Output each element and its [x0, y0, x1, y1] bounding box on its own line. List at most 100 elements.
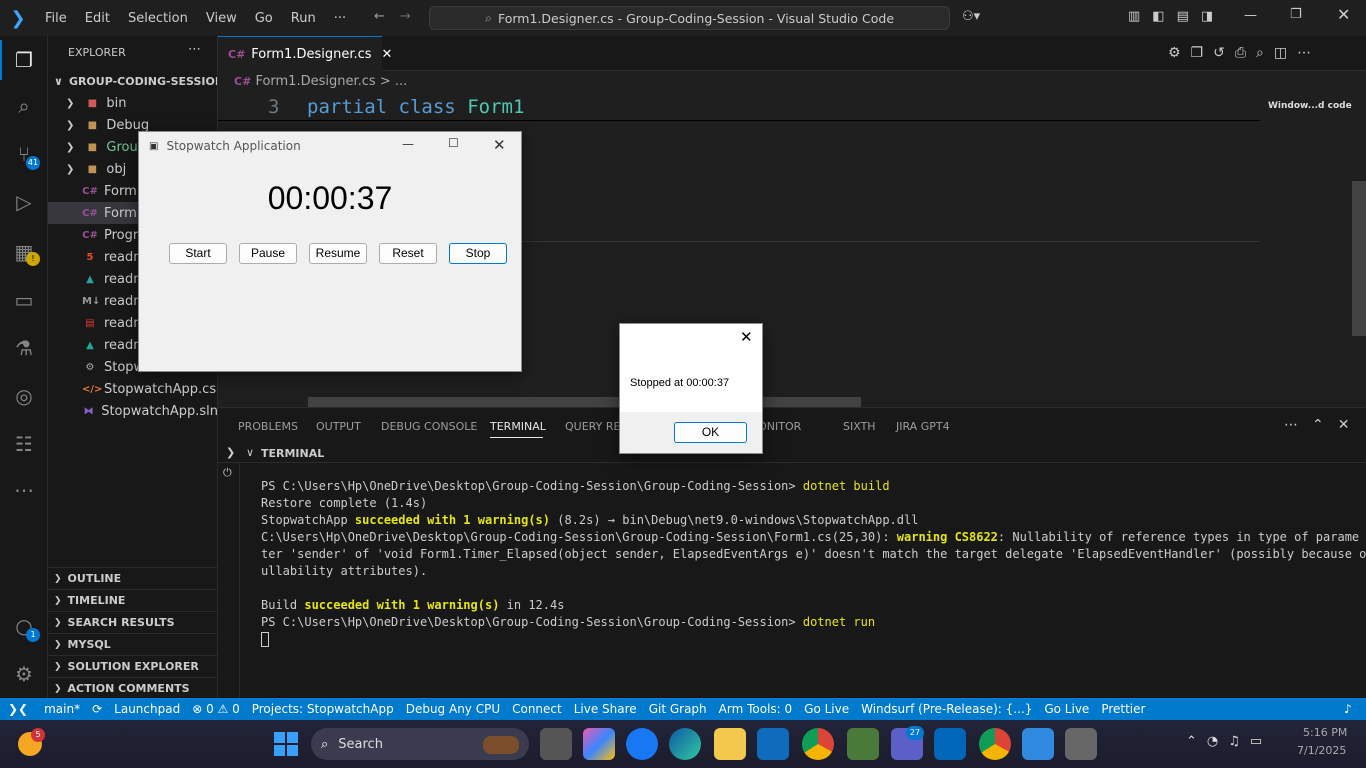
status-item[interactable]: Debug Any CPU: [406, 702, 500, 716]
sidebar-section[interactable]: ❯ SOLUTION EXPLORER: [48, 655, 217, 677]
menu-item[interactable]: Edit: [85, 11, 110, 26]
more-icon[interactable]: ⋯: [12, 478, 36, 502]
status-item[interactable]: Arm Tools: 0: [719, 702, 793, 716]
ok-button[interactable]: OK: [674, 422, 747, 443]
minimap[interactable]: Window...d code: [1260, 91, 1352, 407]
panel-actions[interactable]: ⋯⌃✕: [1284, 417, 1363, 433]
panel-tab[interactable]: DEBUG CONSOLE: [381, 420, 477, 433]
sidebar-section[interactable]: ❯ SEARCH RESULTS: [48, 611, 217, 633]
status-item[interactable]: ⊗ 0 ⚠ 0: [192, 702, 240, 716]
minimize-icon[interactable]: —: [1244, 8, 1257, 23]
status-item[interactable]: Prettier: [1101, 702, 1145, 716]
task-view-icon[interactable]: [540, 728, 572, 760]
layout-icons[interactable]: ▥◧▤◨: [1128, 9, 1225, 24]
resume-button[interactable]: Resume: [309, 243, 367, 264]
tab-form1-designer[interactable]: C# Form1.Designer.cs ✕: [218, 36, 392, 71]
sidebar-section[interactable]: ❯ TIMELINE: [48, 589, 217, 611]
search-icon[interactable]: ⌕: [12, 94, 36, 118]
testing-icon[interactable]: ⚗: [12, 336, 36, 360]
edge-icon[interactable]: [669, 728, 701, 760]
notifications-bell-icon[interactable]: ♪: [1344, 702, 1352, 716]
restore-icon[interactable]: ❐: [1290, 7, 1302, 22]
remote-icon[interactable]: ❯❮: [8, 702, 28, 716]
status-item[interactable]: Connect: [512, 702, 562, 716]
facebook-icon[interactable]: [626, 728, 658, 760]
remote-explorer-icon[interactable]: ▭: [12, 288, 36, 312]
file-explorer-icon[interactable]: [714, 728, 746, 760]
start-button[interactable]: Start: [169, 243, 227, 264]
pause-button[interactable]: Pause: [239, 243, 297, 264]
plug-icon[interactable]: ⏻: [223, 466, 232, 480]
scrollbar-vertical[interactable]: [1352, 181, 1366, 336]
close-icon[interactable]: ✕: [1337, 5, 1350, 24]
nav-forward-icon[interactable]: →: [400, 9, 411, 24]
maximize-icon[interactable]: ☐: [448, 136, 459, 150]
copilot-app-icon[interactable]: [583, 728, 615, 760]
stopwatch-app-taskbar-icon[interactable]: [1065, 728, 1097, 760]
vscode-taskbar-icon[interactable]: [934, 728, 966, 760]
image-icon: ▲: [86, 339, 94, 351]
chrome-profile-icon[interactable]: [979, 728, 1011, 760]
menu-item[interactable]: ···: [334, 11, 346, 26]
sidebar-section[interactable]: ❯ ACTION COMMENTS: [48, 677, 217, 698]
status-item[interactable]: Live Share: [574, 702, 637, 716]
explorer-item[interactable]: ❯ ■ bin: [48, 92, 217, 114]
stopwatch-titlebar[interactable]: ▣ Stopwatch Application — ☐ ✕: [139, 132, 521, 160]
explorer-more-icon[interactable]: ⋯: [188, 42, 201, 57]
panel-tab[interactable]: OUTPUT: [316, 420, 361, 433]
terminal-side-strip: ⏻: [218, 463, 240, 699]
panel-tab[interactable]: SIXTH: [843, 420, 876, 433]
code-line[interactable]: 3 partial class Form1: [218, 94, 1260, 121]
run-debug-icon[interactable]: ▷: [12, 190, 36, 214]
status-item[interactable]: Go Live: [804, 702, 849, 716]
settings-gear-icon[interactable]: ⚙: [12, 662, 36, 686]
explorer-icon[interactable]: ❐: [12, 48, 36, 72]
copilot-icon[interactable]: ⚇▾: [962, 9, 980, 24]
status-item[interactable]: main*: [44, 702, 80, 716]
reset-button[interactable]: Reset: [379, 243, 437, 264]
menu-item[interactable]: Selection: [128, 11, 188, 26]
outlook-icon[interactable]: [757, 728, 789, 760]
chrome-icon[interactable]: [802, 728, 834, 760]
panel-tab[interactable]: PROBLEMS: [238, 420, 298, 433]
panel-tab[interactable]: JIRA GPT4: [896, 420, 950, 433]
taskbar-search[interactable]: ⌕ Search: [311, 728, 529, 760]
menu-item[interactable]: View: [206, 11, 237, 26]
message-box-close-icon[interactable]: ✕: [740, 328, 753, 346]
explorer-item[interactable]: ⧓ StopwatchApp.sln: [48, 400, 217, 422]
explorer-item[interactable]: </> StopwatchApp.cs...: [48, 378, 217, 400]
status-item[interactable]: Windsurf (Pre-Release): {...}: [861, 702, 1032, 716]
terminal-line: Build succeeded with 1 warning(s) in 12.…: [261, 598, 565, 612]
tray-icons[interactable]: ⌃◔♫▭: [1186, 734, 1272, 749]
scrollbar-horizontal[interactable]: [308, 397, 861, 407]
nav-back-icon[interactable]: ←: [374, 9, 385, 24]
status-item[interactable]: ⟳: [92, 702, 102, 716]
stop-button[interactable]: Stop: [449, 243, 507, 264]
terminal-section-header[interactable]: ❯ ∨ TERMINAL: [218, 445, 1366, 463]
minimize-icon[interactable]: —: [402, 137, 414, 151]
menu-item[interactable]: File: [45, 11, 67, 26]
image-icon: ▲: [86, 273, 94, 285]
tab-close-icon[interactable]: ✕: [382, 47, 393, 62]
menu-item[interactable]: Run: [291, 11, 316, 26]
notepad-icon[interactable]: [1022, 728, 1054, 760]
close-icon[interactable]: ✕: [493, 136, 506, 154]
clock-time[interactable]: 5:16 PM: [1303, 726, 1347, 739]
start-windows-icon[interactable]: [274, 732, 298, 756]
panel-tab[interactable]: TERMINAL: [490, 420, 546, 433]
status-item[interactable]: Git Graph: [649, 702, 707, 716]
status-item[interactable]: Go Live: [1044, 702, 1089, 716]
gitlens-icon[interactable]: ◎: [12, 384, 36, 408]
explorer-root[interactable]: ∨ GROUP-CODING-SESSION: [48, 70, 217, 92]
chevron-down-icon: ∨: [54, 74, 63, 88]
command-center[interactable]: ⌕ Form1.Designer.cs - Group-Coding-Sessi…: [429, 6, 950, 30]
status-item[interactable]: Launchpad: [114, 702, 180, 716]
sidebar-section[interactable]: ❯ OUTLINE: [48, 567, 217, 589]
sidebar-section[interactable]: ❯ MYSQL: [48, 633, 217, 655]
app-icon[interactable]: [847, 728, 879, 760]
status-item[interactable]: Projects: StopwatchApp: [252, 702, 394, 716]
database-icon[interactable]: ☷: [12, 432, 36, 456]
clock-date[interactable]: 7/1/2025: [1297, 744, 1346, 757]
editor-actions[interactable]: ⚙❐↺⎙⌕◫⋯: [1168, 45, 1321, 61]
menu-item[interactable]: Go: [255, 11, 273, 26]
